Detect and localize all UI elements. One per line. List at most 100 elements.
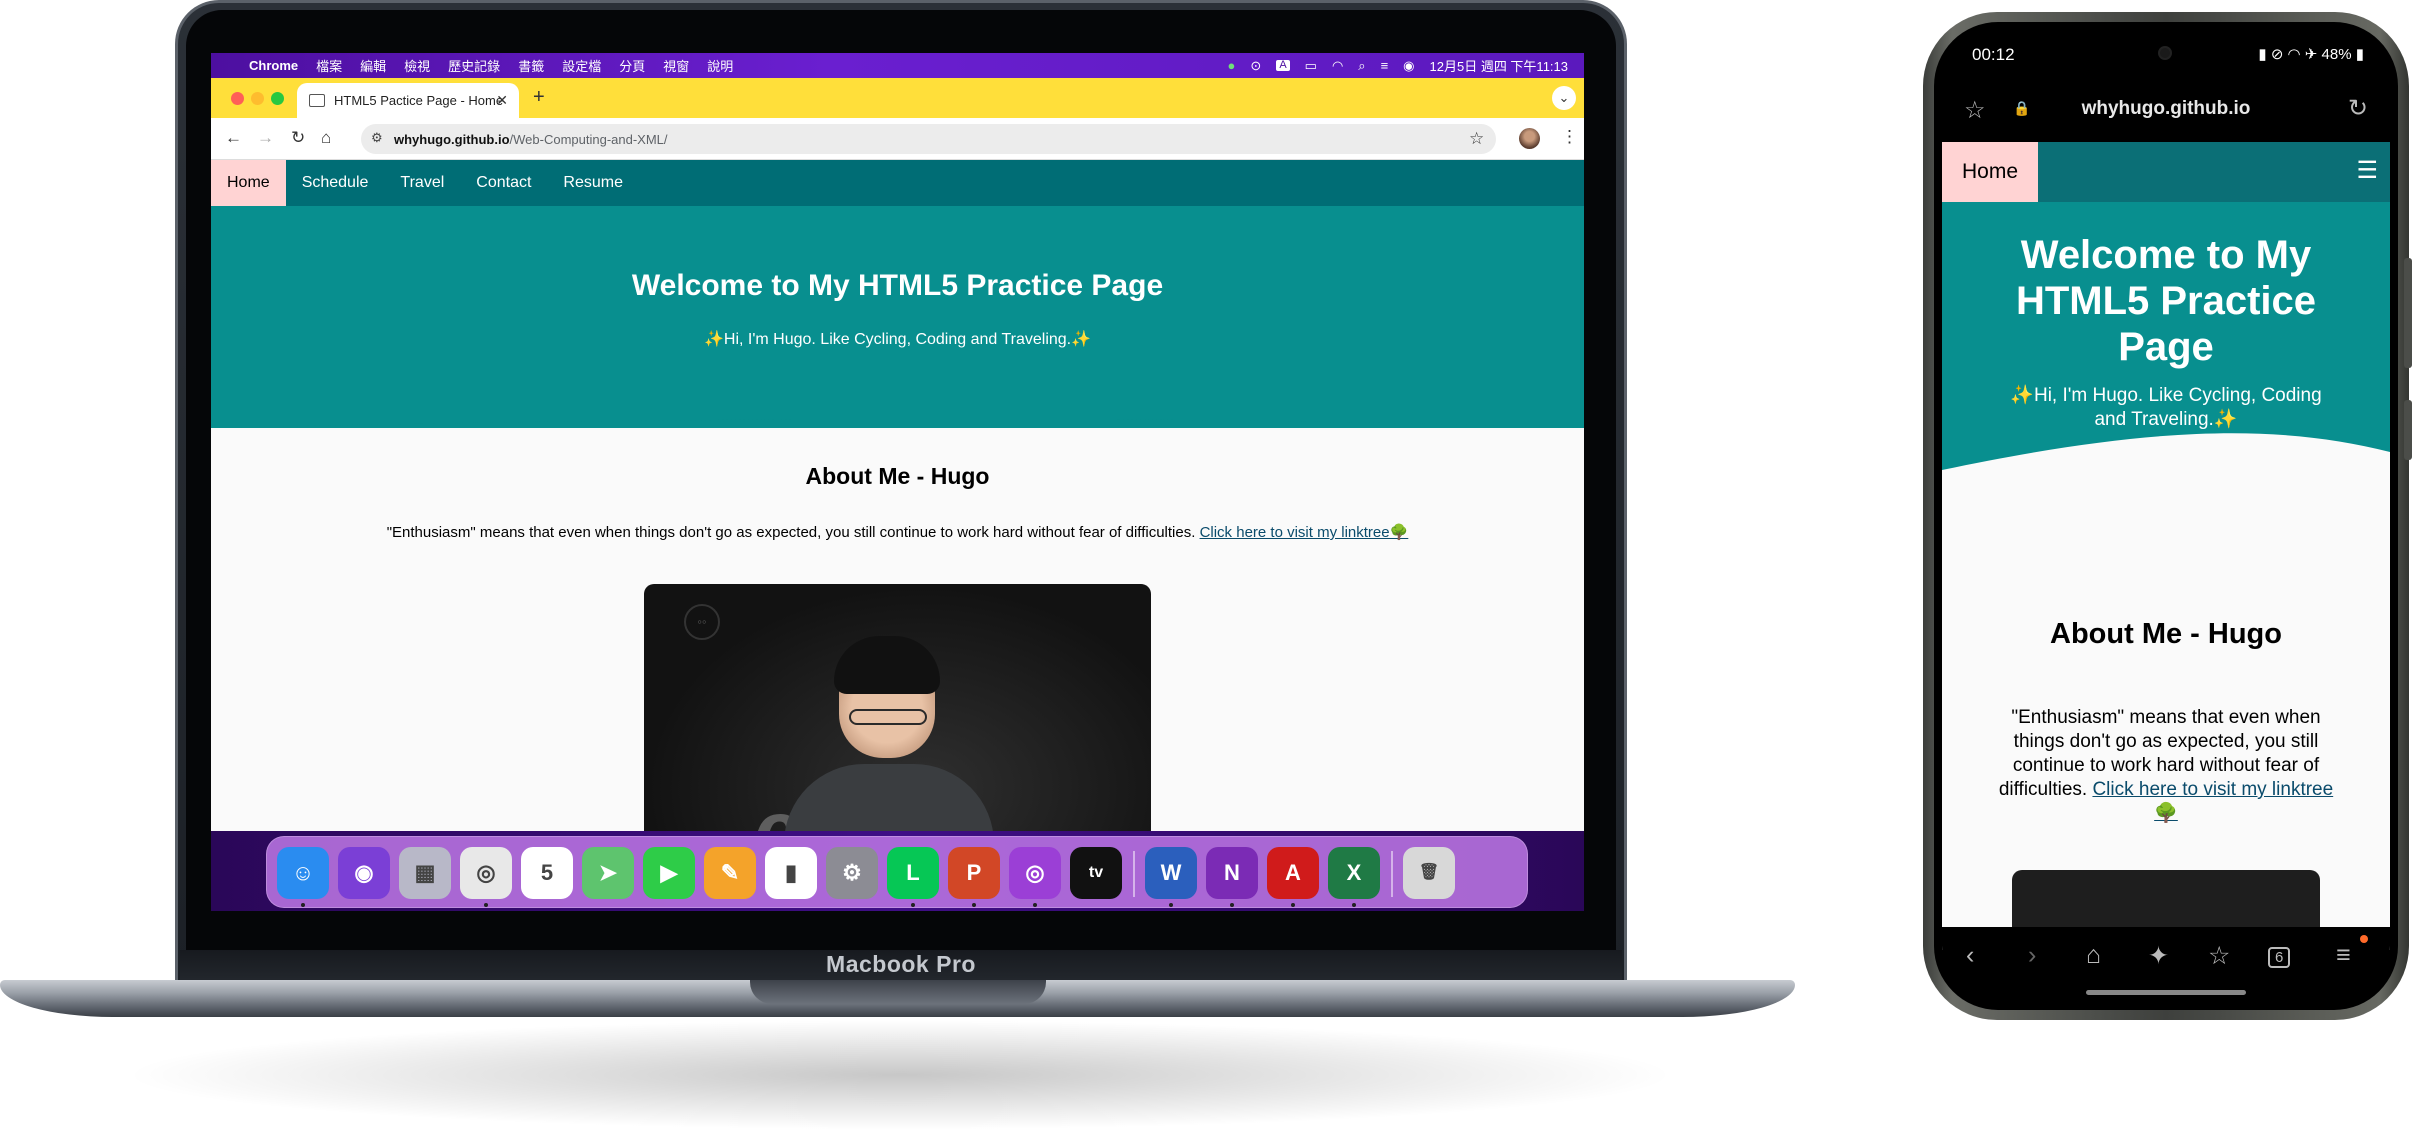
about-title: About Me - Hugo [805, 463, 990, 489]
mobile-bookmarks-icon[interactable]: ☆ [2208, 941, 2230, 971]
new-tab-icon[interactable]: + [533, 86, 545, 109]
siri-icon[interactable]: ◉ [1403, 59, 1414, 72]
mobile-forward-icon[interactable]: › [2028, 941, 2036, 970]
site-info-icon[interactable]: ⚙ [371, 130, 383, 146]
excel-icon[interactable]: X [1328, 847, 1380, 899]
front-camera [2158, 46, 2172, 60]
address-bar[interactable]: whyhugo.github.io/Web-Computing-and-XML/ [361, 124, 1496, 154]
powerpoint-icon[interactable]: P [948, 847, 1000, 899]
laptop-screen: Chrome 檔案 編輯 檢視 歷史記錄 書籤 設定檔 分頁 視窗 說明 ● ⊙… [211, 53, 1584, 911]
menu-help[interactable]: 說明 [707, 56, 733, 75]
nav-travel[interactable]: Travel [384, 160, 460, 206]
menubar-clock[interactable]: 12月5日 週四 下午11:13 [1430, 56, 1568, 75]
menu-history[interactable]: 歷史記錄 [448, 56, 500, 75]
bookmark-star-icon[interactable]: ☆ [1469, 129, 1484, 149]
system-settings-icon[interactable]: ⚙ [826, 847, 878, 899]
hamburger-menu-icon[interactable]: ☰ [2356, 156, 2378, 185]
mobile-reload-icon[interactable]: ↻ [2348, 94, 2368, 123]
trash-icon[interactable]: 🗑 [1403, 847, 1455, 899]
profile-avatar[interactable] [1519, 128, 1540, 149]
mobile-url[interactable]: whyhugo.github.io [1942, 98, 2390, 120]
onenote-icon[interactable]: N [1206, 847, 1258, 899]
phone-screen: 00:12 ▮ ⊘ ◠ ✈ 48% ▮ ☆ 🔒 whyhugo.github.i… [1942, 30, 2390, 1002]
mobile-assistant-icon[interactable]: ✦ [2148, 941, 2169, 971]
mobile-menu-icon[interactable]: ≡ [2336, 941, 2351, 970]
nav-resume[interactable]: Resume [547, 160, 639, 206]
wifi-icon[interactable]: ◠ [1332, 59, 1343, 72]
apple-tv-icon[interactable]: tv [1070, 847, 1122, 899]
signal-icons: ▮ ⊘ ◠ ✈ [2258, 46, 2322, 63]
close-tab-icon[interactable]: ✕ [496, 92, 508, 109]
dock-running-indicator [911, 903, 915, 907]
minimize-window-button[interactable] [251, 92, 264, 105]
podcasts-icon[interactable]: ◎ [1009, 847, 1061, 899]
hero-banner: Welcome to My HTML5 Practice Page ✨Hi, I… [211, 206, 1584, 428]
laptop-hinge-notch [750, 980, 1046, 1004]
menu-chrome[interactable]: Chrome [249, 58, 298, 73]
mobile-linktree-link[interactable]: Click here to visit my linktree🌳 [2092, 779, 2333, 824]
mobile-tabs-icon[interactable]: 6 [2268, 947, 2291, 968]
home-icon[interactable]: ⌂ [321, 128, 331, 148]
menu-profiles[interactable]: 設定檔 [562, 56, 601, 75]
chrome-menu-icon[interactable]: ⋮ [1561, 127, 1578, 147]
mobile-menu-badge [2360, 935, 2368, 943]
dock-running-indicator [301, 903, 305, 907]
search-icon[interactable]: ⌕ [1358, 59, 1365, 72]
mobile-about-title: About Me - Hugo [2050, 618, 2282, 650]
reload-icon[interactable]: ↻ [291, 128, 305, 148]
line-status-icon[interactable]: ● [1228, 59, 1236, 72]
launchpad-icon[interactable]: ▦ [399, 847, 451, 899]
battery-icon[interactable]: ▭ [1305, 59, 1317, 72]
zoom-window-button[interactable] [271, 92, 284, 105]
chrome-icon[interactable]: ◎ [460, 847, 512, 899]
mobile-url-bar[interactable]: ☆ 🔒 whyhugo.github.io ↻ [1942, 78, 2390, 142]
pages-icon[interactable]: ✎ [704, 847, 756, 899]
linktree-link[interactable]: Click here to visit my linktree🌳 [1200, 524, 1409, 541]
facetime-icon[interactable]: ▶ [643, 847, 695, 899]
mobile-home-icon[interactable]: ⌂ [2086, 941, 2101, 970]
mobile-hero-wave [1942, 430, 2390, 490]
menu-bookmarks[interactable]: 書籤 [518, 56, 544, 75]
calendar-icon[interactable]: 5 [521, 847, 573, 899]
menu-file[interactable]: 檔案 [316, 56, 342, 75]
close-window-button[interactable] [231, 92, 244, 105]
mobile-hero: Welcome to My HTML5 Practice Page ✨Hi, I… [1942, 202, 2390, 432]
nav-schedule[interactable]: Schedule [286, 160, 385, 206]
status-time: 00:12 [1972, 45, 2015, 64]
hero-title: Welcome to My HTML5 Practice Page [631, 269, 1164, 302]
nav-home[interactable]: Home [211, 160, 286, 206]
mobile-hero-subtitle: ✨Hi, I'm Hugo. Like Cycling, Coding and … [2010, 385, 2322, 430]
battery-percent: 48% [2321, 46, 2352, 63]
forward-arrow-icon[interactable]: → [257, 128, 274, 148]
back-arrow-icon[interactable]: ← [225, 128, 242, 148]
menu-window[interactable]: 視窗 [663, 56, 689, 75]
active-tab[interactable]: HTML5 Pactice Page - Home ✕ [297, 83, 519, 118]
play-icon[interactable]: ⊙ [1250, 59, 1261, 72]
tab-title: HTML5 Pactice Page - Home [334, 93, 504, 108]
mobile-back-icon[interactable]: ‹ [1966, 941, 1974, 970]
line-icon[interactable]: L [887, 847, 939, 899]
gesture-home-bar[interactable] [2086, 990, 2246, 995]
menu-view[interactable]: 檢視 [404, 56, 430, 75]
dock-running-indicator [972, 903, 976, 907]
dock-running-indicator [1033, 903, 1037, 907]
siri-icon[interactable]: ◉ [338, 847, 390, 899]
nav-contact[interactable]: Contact [460, 160, 547, 206]
word-icon[interactable]: W [1145, 847, 1197, 899]
mobile-navbar: Home ☰ [1942, 142, 2390, 202]
numbers-icon[interactable]: ▮ [765, 847, 817, 899]
input-method-icon[interactable]: A [1276, 60, 1290, 71]
site-navbar: Home Schedule Travel Contact Resume [211, 160, 1584, 206]
menu-tabs[interactable]: 分頁 [619, 56, 645, 75]
menu-edit[interactable]: 編輯 [360, 56, 386, 75]
control-center-icon[interactable]: ≡ [1381, 59, 1389, 72]
macos-menubar: Chrome 檔案 編輯 檢視 歷史記錄 書籤 設定檔 分頁 視窗 說明 ● ⊙… [211, 53, 1584, 78]
dock-separator [1133, 851, 1135, 897]
mobile-nav-home[interactable]: Home [1942, 142, 2038, 202]
acrobat-icon[interactable]: A [1267, 847, 1319, 899]
mobile-hero-title: Welcome to My HTML5 Practice Page [2015, 233, 2317, 369]
finder-icon[interactable]: ☺ [277, 847, 329, 899]
maps-icon[interactable]: ➤ [582, 847, 634, 899]
tab-search-chevron-icon[interactable]: ⌄ [1552, 86, 1576, 110]
laptop-shadow [120, 1020, 1680, 1130]
